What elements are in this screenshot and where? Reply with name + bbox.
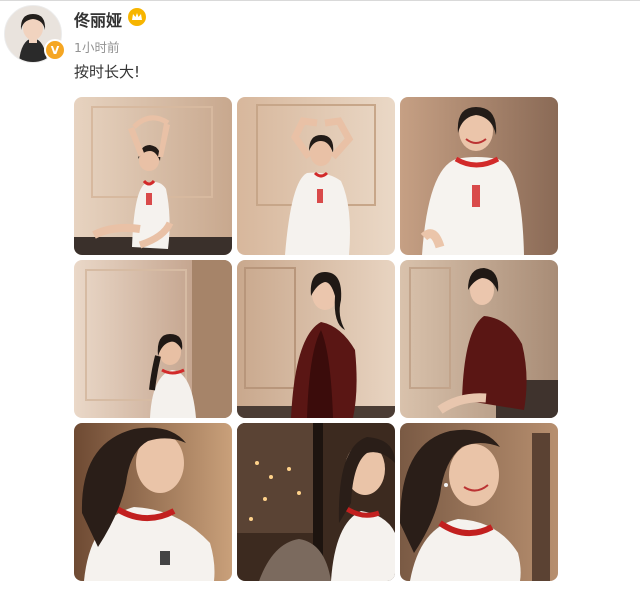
photo-5[interactable] <box>237 260 395 418</box>
post-text: 按时长大! <box>74 63 141 81</box>
photo-2[interactable] <box>237 97 395 255</box>
photo-8[interactable] <box>237 423 395 581</box>
photo-grid <box>74 97 558 581</box>
photo-9[interactable] <box>400 423 558 581</box>
verified-badge-icon: V <box>44 39 66 61</box>
photo-1[interactable] <box>74 97 232 255</box>
photo-4[interactable] <box>74 260 232 418</box>
photo-3[interactable] <box>400 97 558 255</box>
username[interactable]: 佟丽娅 <box>74 7 122 31</box>
crown-icon[interactable] <box>128 8 146 26</box>
photo-7[interactable] <box>74 423 232 581</box>
post-timestamp[interactable]: 1小时前 <box>74 37 119 56</box>
photo-6[interactable] <box>400 260 558 418</box>
weibo-post-card: V 佟丽娅 1小时前 按时长大! <box>0 0 640 589</box>
